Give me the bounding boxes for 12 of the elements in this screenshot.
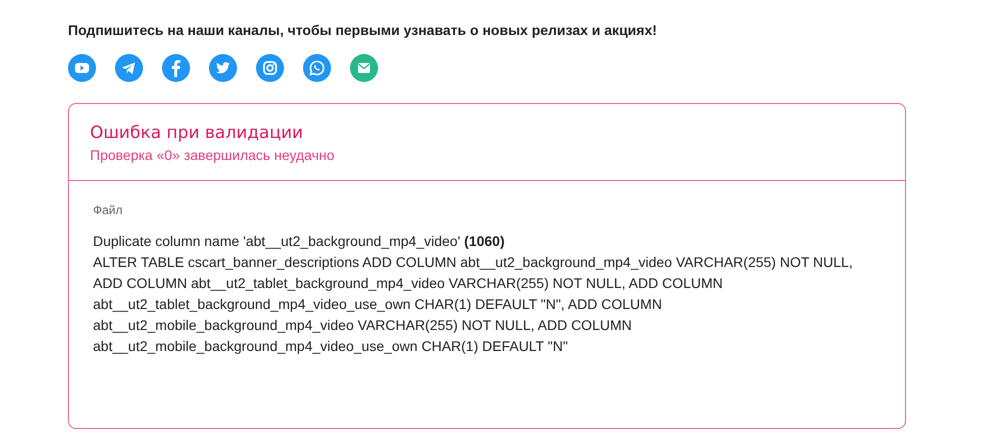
error-subtitle: Проверка «0» завершилась неудачно xyxy=(90,146,336,165)
twitter-icon[interactable] xyxy=(209,54,237,82)
youtube-icon[interactable] xyxy=(68,54,96,82)
facebook-icon[interactable] xyxy=(162,54,190,82)
error-message: Duplicate column name 'abt__ut2_background_mp4_video' (1060) ALTER TABLE cscart_banner_descriptions ADD COLUMN abt__ut2_background_mp4_video VARCHAR(255) NOT NULL, ADD COLUMN abt__ut2_tablet_background_mp4_video VARCHAR(255) NOT NULL, ADD COLUMN abt__ut2_tablet_background_mp4_video_use_own CHAR(1) DEFAULT "N", ADD COLUMN abt__ut2_mobile_background_mp4_video VARCHAR(255) NOT NULL, ADD COLUMN abt__ut2_mobile_background_mp4_video_use_own CHAR(1) DEFAULT "N" xyxy=(93,232,854,356)
subscribe-heading: Подпишитесь на наши каналы, чтобы первыми узнавать о новых релизах и акциях! xyxy=(68,21,658,40)
file-label: Файл xyxy=(93,202,124,219)
whatsapp-icon[interactable] xyxy=(303,54,331,82)
email-icon[interactable] xyxy=(350,54,378,82)
telegram-icon[interactable] xyxy=(115,54,143,82)
instagram-icon[interactable] xyxy=(256,54,284,82)
error-title: Ошибка при валидации xyxy=(90,122,304,145)
